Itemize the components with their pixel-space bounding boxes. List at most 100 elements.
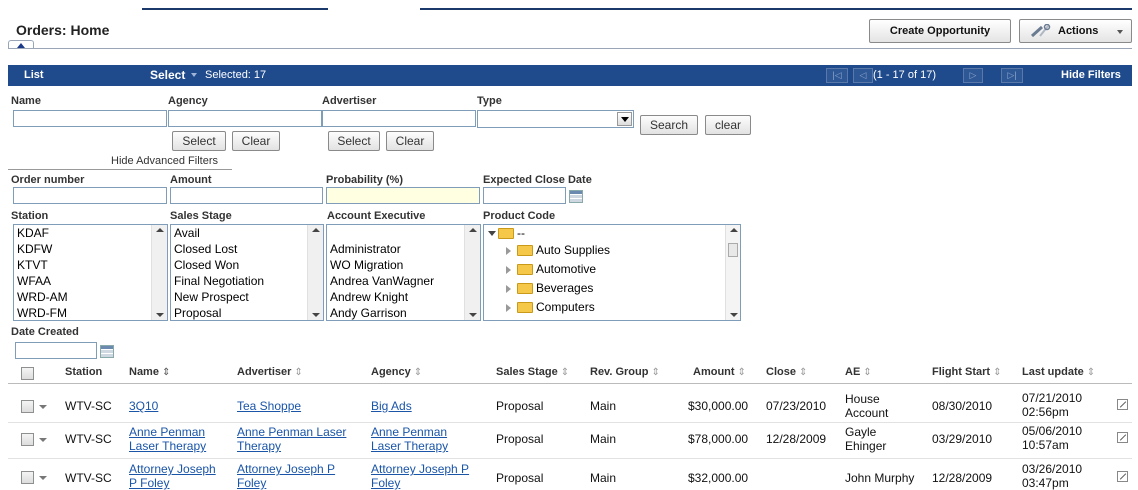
sales-stage-listbox[interactable]: Avail Closed Lost Closed Won Final Negot… — [170, 224, 324, 321]
expected-close-input[interactable] — [483, 187, 566, 204]
list-item[interactable]: WRD-FM — [14, 305, 167, 320]
row-menu-chevron-icon[interactable] — [39, 405, 47, 409]
list-label: List — [24, 69, 44, 81]
product-code-scrollbar[interactable] — [725, 225, 740, 320]
row-agency-line: Foley — [371, 476, 401, 490]
list-item[interactable]: Closed Lost — [171, 241, 323, 257]
row-close: 07/23/2010 — [766, 399, 827, 413]
list-item[interactable]: WO Migration — [327, 257, 480, 273]
agency-clear-button[interactable]: Clear — [232, 131, 280, 151]
list-item[interactable]: KDFW — [14, 241, 167, 257]
list-item[interactable]: KTVT — [14, 257, 167, 273]
tree-item[interactable]: Computers — [484, 298, 740, 317]
tree-item[interactable]: Beverages — [484, 279, 740, 298]
actions-button[interactable]: Actions — [1019, 19, 1132, 43]
row-menu-chevron-icon[interactable] — [39, 476, 47, 480]
sales-stage-scrollbar[interactable] — [307, 225, 323, 320]
list-item[interactable]: Avail — [171, 225, 323, 241]
type-dropdown-button[interactable] — [617, 112, 632, 126]
select-menu[interactable]: Select — [150, 68, 185, 82]
station-scrollbar[interactable] — [151, 225, 167, 320]
next-page-button[interactable]: ▷ — [963, 68, 983, 83]
folder-icon — [517, 283, 533, 295]
row-advertiser-link[interactable]: Attorney Joseph P Foley — [237, 462, 335, 490]
row-menu-chevron-icon[interactable] — [39, 438, 47, 442]
row-advertiser-link[interactable]: Tea Shoppe — [237, 399, 301, 413]
select-all-checkbox[interactable] — [21, 367, 34, 380]
calendar-icon[interactable] — [569, 190, 583, 203]
col-station[interactable]: Station — [65, 366, 102, 378]
amount-input[interactable] — [170, 187, 323, 204]
search-button[interactable]: Search — [640, 115, 698, 135]
col-close[interactable]: Close ⇕ — [766, 366, 807, 378]
tree-item-label: Auto Supplies — [536, 243, 611, 257]
list-item[interactable]: Andy Garrison — [327, 305, 480, 320]
list-item[interactable]: Final Negotiation — [171, 273, 323, 289]
agency-input[interactable] — [168, 110, 322, 127]
col-amount[interactable]: Amount ⇕ — [693, 366, 746, 378]
edit-icon[interactable] — [1117, 432, 1128, 443]
row-checkbox[interactable] — [21, 471, 34, 484]
type-select[interactable] — [477, 110, 634, 128]
calendar-icon[interactable] — [100, 345, 114, 358]
list-item[interactable]: New Prospect — [171, 289, 323, 305]
col-sales-stage[interactable]: Sales Stage ⇕ — [496, 366, 569, 378]
col-name[interactable]: Name ⇕ — [129, 366, 170, 378]
row-checkbox[interactable] — [21, 400, 34, 413]
station-listbox[interactable]: KDAF KDFW KTVT WFAA WRD-AM WRD-FM — [13, 224, 168, 321]
name-input[interactable] — [13, 110, 167, 127]
list-item[interactable]: Proposal — [171, 305, 323, 320]
tree-item-label: Computers — [536, 300, 595, 314]
tree-item[interactable]: Automotive — [484, 260, 740, 279]
agency-select-button[interactable]: Select — [172, 131, 226, 151]
hide-advanced-filters-link[interactable]: Hide Advanced Filters — [111, 155, 218, 167]
header-divider — [8, 48, 1132, 49]
clear-button[interactable]: clear — [705, 115, 751, 135]
advertiser-clear-button[interactable]: Clear — [386, 131, 434, 151]
advertiser-input[interactable] — [322, 110, 476, 127]
list-item[interactable]: Closed Won — [171, 257, 323, 273]
date-created-input[interactable] — [15, 342, 97, 359]
order-number-input[interactable] — [13, 187, 167, 204]
list-item[interactable]: WFAA — [14, 273, 167, 289]
row-name-link[interactable]: Attorney Joseph P Foley — [129, 462, 216, 490]
row-agency-link[interactable]: Anne Penman Laser Therapy — [371, 425, 448, 453]
tree-root[interactable]: -- — [484, 225, 740, 241]
row-agency-line: Anne Penman — [371, 425, 448, 439]
row-last-update-line: 03:47pm — [1022, 476, 1069, 490]
row-name-link[interactable]: 3Q10 — [129, 399, 158, 413]
probability-input[interactable] — [326, 187, 480, 204]
col-flight-start[interactable]: Flight Start ⇕ — [932, 366, 1001, 378]
col-rev-group[interactable]: Rev. Group ⇕ — [590, 366, 660, 378]
prev-page-button[interactable]: ◁ — [853, 68, 873, 83]
row-agency-link[interactable]: Big Ads — [371, 399, 412, 413]
create-opportunity-label: Create Opportunity — [889, 25, 991, 37]
first-page-button[interactable]: |◁ — [826, 68, 848, 83]
edit-icon[interactable] — [1117, 471, 1128, 482]
col-ae[interactable]: AE ⇕ — [845, 366, 872, 378]
hide-filters-link[interactable]: Hide Filters — [1061, 69, 1121, 81]
list-item[interactable]: Administrator — [327, 241, 480, 257]
col-agency[interactable]: Agency ⇕ — [371, 366, 422, 378]
account-exec-scrollbar[interactable] — [464, 225, 480, 320]
create-opportunity-button[interactable]: Create Opportunity — [869, 19, 1011, 43]
row-agency-link[interactable]: Attorney Joseph P Foley — [371, 462, 469, 490]
list-item[interactable]: KDAF — [14, 225, 167, 241]
list-item[interactable]: Andrew Knight — [327, 289, 480, 305]
sort-icon: ⇕ — [1086, 367, 1096, 378]
edit-icon[interactable] — [1117, 399, 1128, 410]
row-advertiser-link[interactable]: Anne Penman Laser Therapy — [237, 425, 346, 453]
col-last-update[interactable]: Last update ⇕ — [1022, 366, 1095, 378]
list-item[interactable]: WRD-AM — [14, 289, 167, 305]
row-checkbox[interactable] — [21, 433, 34, 446]
col-advertiser[interactable]: Advertiser ⇕ — [237, 366, 303, 378]
list-item[interactable] — [327, 225, 480, 241]
advertiser-select-button[interactable]: Select — [328, 131, 380, 151]
account-exec-listbox[interactable]: Administrator WO Migration Andrea VanWag… — [326, 224, 481, 321]
product-code-tree[interactable]: -- Auto Supplies Automotive Beverages Co… — [483, 224, 741, 321]
tree-item[interactable]: Auto Supplies — [484, 241, 740, 260]
row-name-link[interactable]: Anne Penman Laser Therapy — [129, 425, 206, 453]
folder-icon — [498, 228, 514, 240]
list-item[interactable]: Andrea VanWagner — [327, 273, 480, 289]
last-page-button[interactable]: ▷| — [1001, 68, 1023, 83]
